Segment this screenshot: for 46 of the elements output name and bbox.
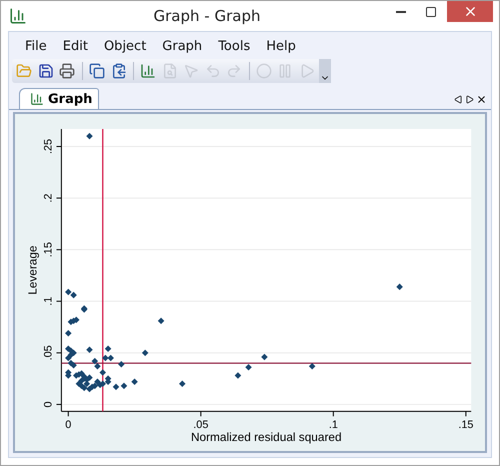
data-point — [86, 132, 93, 140]
y-tick-label: .05 — [42, 345, 55, 360]
data-point — [142, 350, 148, 356]
data-point — [308, 363, 316, 370]
menu-item[interactable]: Tools — [210, 38, 258, 54]
x-tick-label: .1 — [328, 419, 338, 432]
menu-item[interactable]: Object — [96, 38, 154, 54]
scroll-right-icon[interactable] — [465, 94, 474, 104]
y-tick-label: .15 — [42, 242, 55, 258]
window-title: Graph - Graph — [152, 7, 262, 25]
data-point — [65, 330, 72, 336]
printer-icon[interactable] — [58, 62, 77, 80]
data-point — [104, 345, 112, 352]
data-point — [179, 380, 186, 388]
close-button[interactable] — [447, 1, 493, 22]
y-tick-label: .2 — [42, 194, 55, 203]
x-axis-title: Normalized residual squared — [191, 430, 342, 444]
minimize-icon — [396, 10, 406, 12]
y-tick-label: 0 — [42, 401, 55, 408]
data-point — [234, 372, 242, 379]
close-tab-icon[interactable] — [476, 94, 487, 104]
x-tick-label: 0 — [65, 419, 72, 432]
data-point — [131, 378, 138, 385]
x-tick-label: .05 — [193, 419, 208, 432]
data-point — [396, 284, 403, 290]
y-tick-label: .1 — [42, 296, 55, 306]
menu-item[interactable]: Graph — [154, 38, 210, 54]
y-axis-title: Leverage — [26, 245, 40, 295]
menu-item[interactable]: File — [17, 38, 55, 54]
y-tick-label: .25 — [42, 138, 55, 154]
bar-chart-icon[interactable] — [138, 62, 158, 80]
copy-icon[interactable] — [88, 62, 106, 80]
x-tick-label: .15 — [458, 419, 474, 432]
data-point — [245, 364, 252, 371]
data-point — [86, 346, 93, 353]
data-point — [261, 354, 268, 360]
bar-chart-icon — [30, 92, 44, 106]
scroll-left-icon[interactable] — [454, 94, 463, 104]
save-icon[interactable] — [36, 62, 56, 80]
menu-item[interactable]: Help — [258, 38, 304, 54]
data-point — [158, 318, 164, 324]
app-icon — [9, 7, 27, 25]
menu-item[interactable]: Edit — [54, 38, 96, 54]
tab[interactable]: Graph — [19, 88, 100, 109]
maximize-icon — [425, 6, 437, 18]
data-point — [118, 360, 125, 368]
